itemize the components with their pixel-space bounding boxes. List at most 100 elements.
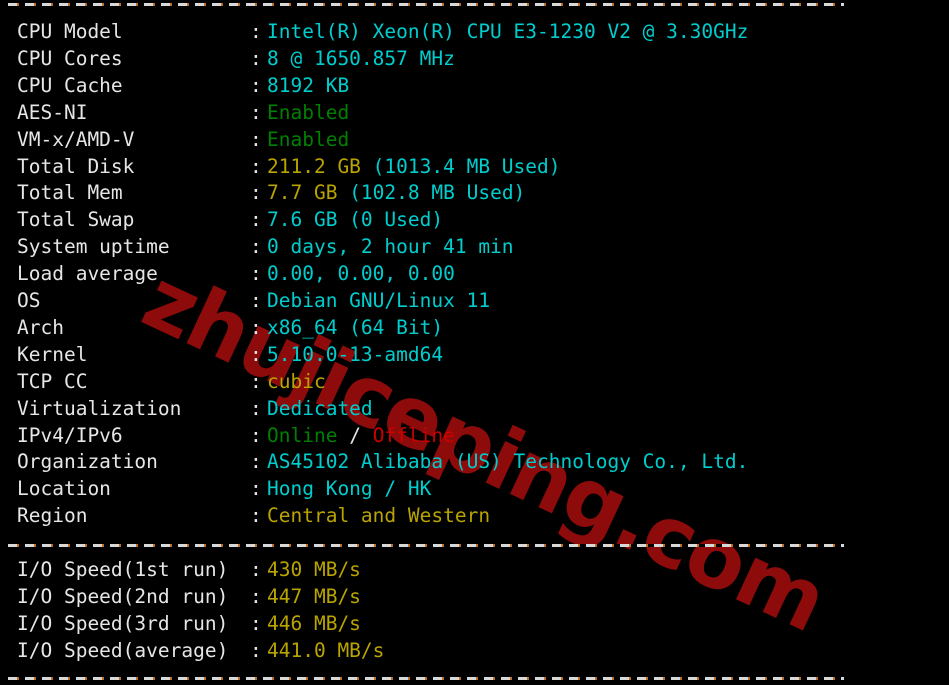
system-info-value: cubic (267, 369, 326, 393)
io-speed-row: I/O Speed(2nd run):447 MB/s (17, 583, 361, 610)
system-info-value: Offline (372, 423, 455, 447)
system-info-value: Intel(R) Xeon(R) CPU E3-1230 V2 @ 3.30GH… (267, 20, 749, 43)
system-info-value: 5.10.0-13-amd64 (267, 342, 444, 366)
system-info-label: Organization (17, 450, 158, 474)
io-speed-row: I/O Speed(average):441.0 MB/s (17, 637, 384, 664)
system-info-value: 7.7 GB (267, 181, 338, 205)
system-info-label: System uptime (17, 235, 170, 259)
system-info-value: (102.8 MB Used) (337, 181, 526, 205)
system-info-value: Central and Western (267, 504, 491, 528)
system-info-label: AES-NI (17, 100, 88, 124)
io-speed-colon: : (250, 639, 262, 662)
io-speed-row: I/O Speed(1st run):430 MB/s (17, 556, 361, 583)
system-info-value: Hong Kong / HK (267, 477, 432, 501)
system-info-colon: : (250, 154, 262, 178)
system-info-value: 211.2 GB (267, 154, 361, 178)
system-info-colon: : (250, 289, 262, 312)
system-info-label: VM-x/AMD-V (17, 127, 135, 151)
system-info-colon: : (250, 73, 262, 97)
system-info-value: Enabled (267, 100, 350, 124)
system-info-colon: : (250, 181, 262, 205)
system-info-row: AES-NI: Enabled (17, 99, 349, 126)
system-info-row: IPv4/IPv6: Online / Offline (17, 422, 455, 449)
system-info-colon: : (250, 100, 262, 124)
system-info-label: Arch (17, 315, 64, 339)
system-info-label: Virtualization (17, 396, 182, 420)
system-info-value: Enabled (267, 127, 350, 151)
system-info-label: Total Mem (17, 181, 123, 205)
io-speed-colon: : (250, 558, 262, 581)
system-info-row: System uptime:0 days, 2 hour 41 min (17, 233, 514, 260)
system-info-value: Online (267, 423, 338, 447)
system-info-colon: : (250, 127, 262, 151)
system-info-row: Organization: AS45102 Alibaba (US) Techno… (17, 448, 748, 475)
system-info-row: Kernel:5.10.0-13-amd64 (17, 341, 443, 368)
system-info-label: CPU Model (17, 20, 123, 43)
io-speed-label: I/O Speed(3rd run) (17, 612, 229, 635)
system-info-colon: : (250, 504, 262, 528)
system-info-row: Total Mem:7.7 GB (102.8 MB Used) (17, 179, 525, 206)
system-info-row: CPU Cache:8192 KB (17, 72, 349, 99)
terminal-screen: zhujiceping.com CPU Model: Intel(R) Xeon(… (0, 0, 949, 685)
system-info-label: Location (17, 477, 111, 501)
system-info-row: Total Disk:211.2 GB (1013.4 MB Used) (17, 153, 561, 180)
system-info-colon: : (250, 396, 262, 420)
system-info-value: 0.00, 0.00, 0.00 (267, 262, 455, 286)
system-info-row: CPU Model: Intel(R) Xeon(R) CPU E3-1230 V… (17, 18, 748, 45)
system-info-row: Arch: x86_64 (64 Bit) (17, 314, 443, 341)
system-info-label: Kernel (17, 342, 88, 366)
system-info-label: Total Swap (17, 208, 135, 232)
system-info-label: CPU Cores (17, 46, 123, 70)
io-speed-colon: : (250, 612, 262, 635)
system-info-row: Virtualization: Dedicated (17, 395, 373, 422)
system-info-row: Location: Hong Kong / HK (17, 475, 431, 502)
system-info-value: Dedicated (267, 396, 373, 420)
system-info-row: Region: Central and Western (17, 502, 490, 529)
system-info-row: OS: Debian GNU/Linux 11 (17, 287, 490, 314)
system-info-label: IPv4/IPv6 (17, 423, 123, 447)
system-info-row: TCP CC: cubic (17, 368, 326, 395)
system-info-value: Debian GNU/Linux 11 (267, 289, 491, 312)
system-info-row: Load average:0.00, 0.00, 0.00 (17, 260, 455, 287)
system-info-value: / (337, 423, 373, 447)
system-info-colon: : (250, 423, 262, 447)
io-speed-label: I/O Speed(1st run) (17, 558, 229, 581)
system-info-label: OS (17, 289, 41, 312)
system-info-colon: : (250, 342, 262, 366)
system-info-value: 8 @ 1650.857 MHz (267, 46, 455, 70)
io-speed-label: I/O Speed(average) (17, 639, 229, 662)
system-info-colon: : (250, 46, 262, 70)
system-info-colon: : (250, 450, 262, 474)
io-speed-value: 441.0 MB/s (267, 639, 385, 662)
system-info-colon: : (250, 262, 262, 286)
system-info-value: x86_64 (64 Bit) (267, 315, 444, 339)
system-info-label: Region (17, 504, 88, 528)
system-info-label: Total Disk (17, 154, 135, 178)
system-info-value: AS45102 Alibaba (US) Technology Co., Ltd… (267, 450, 749, 474)
system-info-label: Load average (17, 262, 158, 286)
io-speed-label: I/O Speed(2nd run) (17, 585, 229, 608)
system-info-value: (1013.4 MB Used) (360, 154, 561, 178)
system-info-row: VM-x/AMD-V: Enabled (17, 126, 349, 153)
system-info-colon: : (250, 477, 262, 501)
separator-top (8, 3, 844, 6)
system-info-label: CPU Cache (17, 73, 123, 97)
io-speed-value: 447 MB/s (267, 585, 361, 608)
system-info-value: 8192 KB (267, 73, 350, 97)
system-info-colon: : (250, 208, 262, 232)
io-speed-value: 446 MB/s (267, 612, 361, 635)
system-info-value: 0 days, 2 hour 41 min (267, 235, 514, 259)
system-info-colon: : (250, 235, 262, 259)
io-speed-colon: : (250, 585, 262, 608)
system-info-colon: : (250, 369, 262, 393)
separator-middle (8, 544, 844, 547)
system-info-colon: : (250, 20, 262, 43)
system-info-colon: : (250, 315, 262, 339)
io-speed-value: 430 MB/s (267, 558, 361, 581)
system-info-label: TCP CC (17, 369, 88, 393)
system-info-row: Total Swap:7.6 GB (0 Used) (17, 206, 443, 233)
system-info-value: 7.6 GB (0 Used) (267, 208, 444, 232)
io-speed-row: I/O Speed(3rd run):446 MB/s (17, 610, 361, 637)
system-info-row: CPU Cores:8 @ 1650.857 MHz (17, 45, 455, 72)
separator-bottom (8, 677, 844, 680)
